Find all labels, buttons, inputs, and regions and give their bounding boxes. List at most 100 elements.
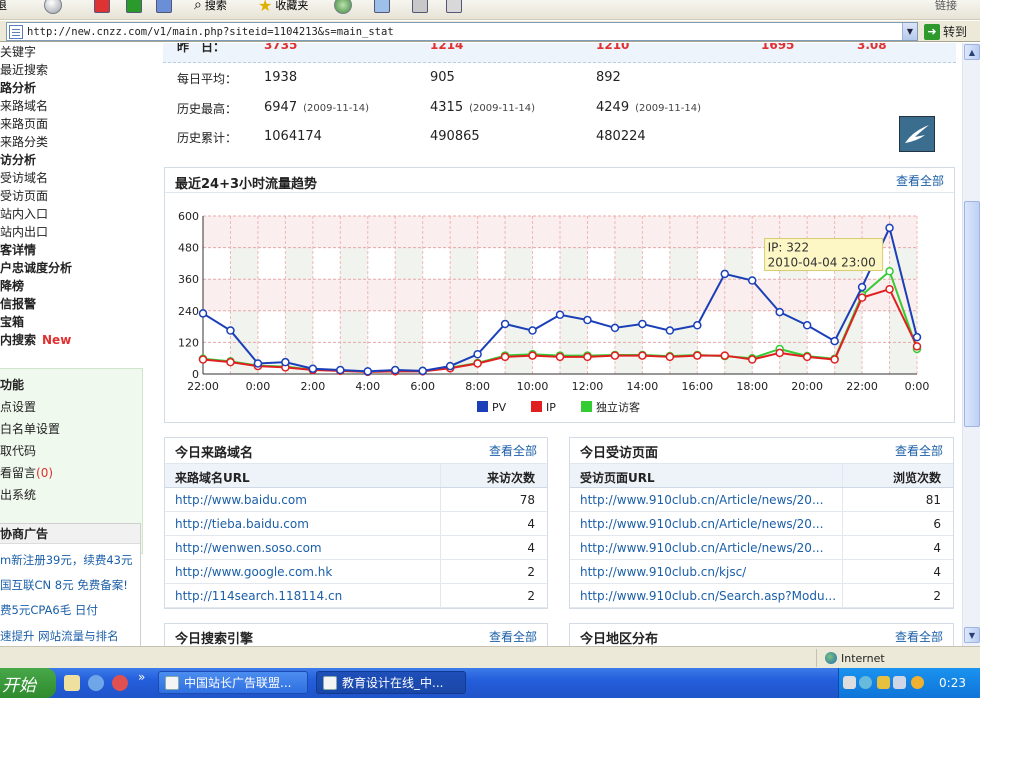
sidebar-item-visited-page[interactable]: 受访页面 <box>0 187 48 204</box>
quicklaunch-overflow-icon[interactable]: » <box>138 670 145 684</box>
row-url-link[interactable]: http://www.google.com.hk <box>175 565 435 579</box>
function-item-point-settings[interactable]: 点设置 <box>0 398 36 415</box>
region-title: 今日地区分布 <box>580 632 659 646</box>
qq-icon[interactable] <box>911 676 924 689</box>
print-icon <box>412 0 428 13</box>
sidebar-item-keyword[interactable]: 关键字 <box>0 43 36 60</box>
home-button[interactable] <box>156 0 172 16</box>
region-view-all-link[interactable]: 查看全部 <box>895 628 943 645</box>
back-button[interactable]: 退 <box>0 0 7 16</box>
legend-label: PV <box>492 401 507 414</box>
quicklaunch-desktop-icon[interactable] <box>64 675 80 691</box>
data-point <box>830 336 839 346</box>
sidebar-item-visitor-detail[interactable]: 客详情 <box>0 241 36 258</box>
status-bar: Internet <box>0 646 980 668</box>
task-button-2[interactable]: 教育设计在线_中... <box>316 671 466 694</box>
keyboard-icon[interactable] <box>843 676 856 689</box>
column-divider <box>842 488 843 511</box>
ad-link-1[interactable]: m新注册39元，续费43元 <box>0 552 132 568</box>
table-row: http://www.google.com.hk 2 <box>165 560 547 584</box>
sidebar-item-referrer-domain[interactable]: 来路域名 <box>0 97 48 114</box>
address-input[interactable]: http://new.cnzz.com/v1/main.php?siteid=1… <box>6 22 918 41</box>
favorites-label: 收藏夹 <box>275 0 309 12</box>
data-point <box>583 315 592 325</box>
data-point <box>802 321 812 330</box>
task-button-1[interactable]: 中国站长广告联盟... <box>158 671 308 694</box>
data-point <box>198 355 208 364</box>
sidebar-item-ranking[interactable]: 降榜 <box>0 277 24 294</box>
col-visited-count: 浏览次数 <box>892 471 941 485</box>
x-tick-label: 0:00 <box>246 380 271 393</box>
scroll-up-button[interactable]: ▲ <box>964 44 980 60</box>
sidebar-item-referrer-category[interactable]: 来路分类 <box>0 133 48 150</box>
sidebar-item-toolbox[interactable]: 宝箱 <box>0 313 24 330</box>
sidebar-item-site-search[interactable]: 内搜索 New <box>0 331 71 348</box>
stop-button[interactable] <box>94 0 110 16</box>
data-point <box>912 342 922 351</box>
row-url-link[interactable]: http://www.910club.cn/Search.asp?Modu... <box>580 589 840 603</box>
vertical-scrollbar[interactable]: ▲ ▼ <box>962 43 980 646</box>
mail-button[interactable] <box>374 0 390 16</box>
data-point <box>336 365 345 375</box>
referrer-view-all-link[interactable]: 查看全部 <box>489 442 537 459</box>
print-button[interactable] <box>412 0 428 16</box>
column-divider <box>842 560 843 583</box>
sidebar-item-label: 站内出口 <box>0 225 49 239</box>
ad-link-2[interactable]: 国互联CN 8元 免费备案! <box>0 577 128 593</box>
sidebar-item-site-exit[interactable]: 站内出口 <box>0 223 48 240</box>
row-url-link[interactable]: http://www.910club.cn/Article/news/20... <box>580 541 840 555</box>
sidebar-item-label: 宝箱 <box>0 315 25 329</box>
function-item-get-code[interactable]: 取代码 <box>0 442 36 459</box>
favorites-button[interactable]: ★ 收藏夹 <box>258 0 308 16</box>
quicklaunch-ie-icon[interactable] <box>88 675 104 691</box>
sidebar-item-recent-search[interactable]: 最近搜索 <box>0 61 48 78</box>
star-icon: ★ <box>258 0 273 15</box>
row-url-link[interactable]: http://114search.118114.cn <box>175 589 435 603</box>
row-url-link[interactable]: http://tieba.baidu.com <box>175 517 435 531</box>
start-button[interactable]: 开始 <box>0 668 56 698</box>
links-label[interactable]: 链接 <box>935 0 957 16</box>
trend-view-all-link[interactable]: 查看全部 <box>896 172 944 189</box>
table-row: http://www.baidu.com 78 <box>165 488 547 512</box>
volume-icon[interactable] <box>893 676 906 689</box>
go-button[interactable]: ➜ 转到 <box>924 22 967 41</box>
function-item-logout[interactable]: 出系统 <box>0 486 36 503</box>
row-count: 2 <box>527 565 535 579</box>
sidebar-item-referrer-page[interactable]: 来路页面 <box>0 115 48 132</box>
address-dropdown-button[interactable]: ▼ <box>902 23 917 40</box>
function-item-whitelist[interactable]: 白名单设置 <box>0 420 60 437</box>
quicklaunch-media-icon[interactable] <box>112 675 128 691</box>
data-point <box>610 323 620 333</box>
history-button[interactable] <box>334 0 352 16</box>
network-icon[interactable] <box>877 676 890 689</box>
ad-link-4[interactable]: 速提升 网站流量与排名 <box>0 628 119 644</box>
sidebar-item-referrer-analysis[interactable]: 路分析 <box>0 79 36 96</box>
row-url-link[interactable]: http://www.910club.cn/Article/news/20... <box>580 493 840 507</box>
row-url-link[interactable]: http://wenwen.soso.com <box>175 541 435 555</box>
sidebar-item-site-entry[interactable]: 站内入口 <box>0 205 48 222</box>
forward-button[interactable] <box>44 0 62 16</box>
search-engine-view-all-link[interactable]: 查看全部 <box>489 628 537 645</box>
tray-expand-icon[interactable] <box>859 676 872 689</box>
visited-view-all-link[interactable]: 查看全部 <box>895 442 943 459</box>
sidebar-item-loyalty-analysis[interactable]: 户忠诚度分析 <box>0 259 72 276</box>
refresh-button[interactable] <box>126 0 142 16</box>
sidebar-item-visited-domain[interactable]: 受访域名 <box>0 169 48 186</box>
data-point <box>885 284 894 294</box>
row-count: 2 <box>933 589 941 603</box>
ad-link-3[interactable]: 费5元CPA6毛 日付 <box>0 602 98 618</box>
sidebar-item-visit-analysis[interactable]: 访分析 <box>0 151 36 168</box>
column-divider <box>842 536 843 559</box>
edit-button[interactable] <box>446 0 462 16</box>
stat-avg-pv: 1938 <box>264 70 298 85</box>
row-url-link[interactable]: http://www.910club.cn/Article/news/20... <box>580 517 840 531</box>
sidebar-item-sms-alert[interactable]: 信报警 <box>0 295 36 312</box>
bird-logo-icon <box>899 116 935 152</box>
row-url-link[interactable]: http://www.910club.cn/kjsc/ <box>580 565 840 579</box>
function-item-messages[interactable]: 看留言(0) <box>0 464 53 481</box>
row-url-link[interactable]: http://www.baidu.com <box>175 493 435 507</box>
sidebar-item-label: 受访域名 <box>0 171 49 185</box>
search-button[interactable]: ⌕ 搜索 <box>194 0 227 16</box>
scroll-down-button[interactable]: ▼ <box>964 627 980 643</box>
scroll-thumb[interactable] <box>964 201 980 427</box>
